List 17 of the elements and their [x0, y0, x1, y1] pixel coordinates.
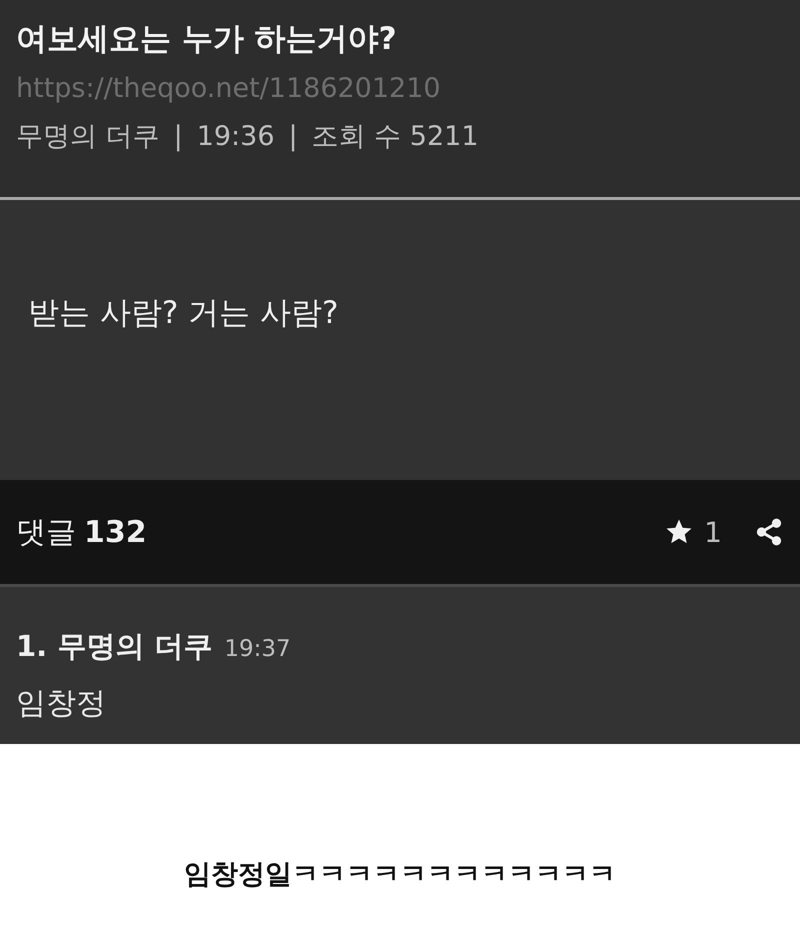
post-title: 여보세요는 누가 하는거야?: [16, 20, 398, 59]
comment-text: 임창정: [16, 685, 107, 723]
separator: |: [174, 120, 183, 152]
share-icon: [754, 517, 784, 547]
post-meta: 19:36: [196, 120, 275, 152]
comment-author: 1. 무명의 더쿠: [16, 628, 212, 665]
comment-time: 19:37: [224, 636, 291, 662]
separator: |: [288, 120, 298, 152]
post-meta: 조회 수 5211: [312, 120, 479, 154]
star-count: 1: [704, 516, 722, 548]
caption-text: 임창정일ㅋㅋㅋㅋㅋㅋㅋㅋㅋㅋㅋㅋ: [184, 858, 616, 892]
post-url[interactable]: https://theqoo.net/1186201210: [16, 68, 441, 110]
comment-count: 132: [84, 514, 147, 550]
comment-label: 댓글: [16, 514, 76, 552]
share-button[interactable]: [754, 517, 784, 547]
post-meta: 무명의 더쿠: [16, 120, 160, 154]
post-text: 받는 사람? 거는 사람?: [28, 294, 338, 333]
